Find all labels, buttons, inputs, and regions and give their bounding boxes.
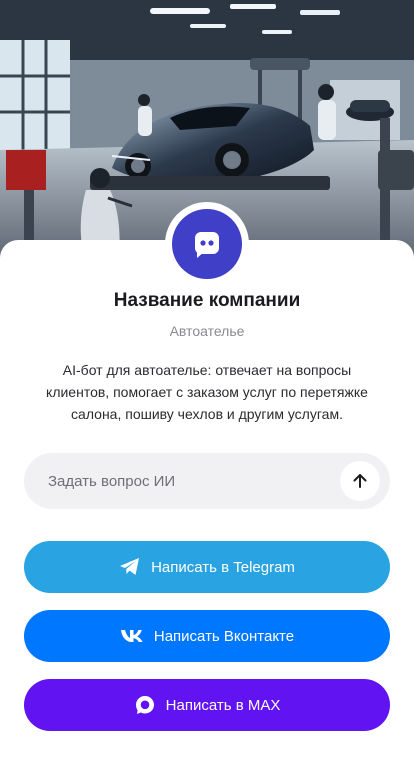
telegram-button-label: Написать в Telegram bbox=[151, 558, 295, 576]
vk-icon bbox=[120, 630, 143, 642]
company-name: Название компании bbox=[113, 290, 301, 311]
vk-button[interactable]: Написать Вконтакте bbox=[24, 610, 390, 662]
arrow-up-icon bbox=[353, 474, 367, 488]
send-button[interactable] bbox=[340, 461, 380, 501]
avatar bbox=[172, 209, 242, 279]
vk-button-label: Написать Вконтакте bbox=[153, 627, 295, 645]
company-category: Автоателье bbox=[169, 323, 245, 339]
company-description: AI-бот для автоателье: отвечает на вопро… bbox=[46, 362, 368, 422]
max-button-label: Написать в MAX bbox=[165, 696, 281, 714]
max-button[interactable]: Написать в MAX bbox=[24, 679, 390, 731]
telegram-icon bbox=[120, 558, 140, 575]
max-icon bbox=[135, 696, 154, 714]
ask-ai-input[interactable] bbox=[48, 453, 338, 509]
telegram-button[interactable]: Написать в Telegram bbox=[24, 541, 390, 593]
chat-bubble-icon bbox=[195, 232, 219, 258]
ask-ai-box bbox=[24, 453, 390, 509]
